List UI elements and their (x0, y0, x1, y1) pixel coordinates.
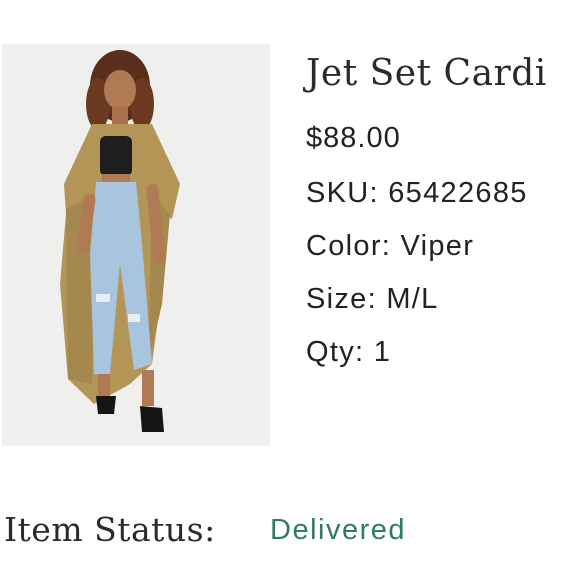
item-status-value: Delivered (270, 514, 406, 546)
product-color: Color: Viper (306, 230, 475, 262)
product-price: $88.00 (306, 122, 401, 154)
model-wearing-cardigan-image (2, 44, 270, 446)
item-status-label: Item Status: (4, 510, 216, 549)
item-status-row: Item Status: Delivered (4, 508, 405, 552)
product-details: Jet Set Cardi $88.00 SKU: 65422685 Color… (306, 50, 578, 387)
product-image[interactable] (2, 44, 270, 446)
product-title[interactable]: Jet Set Cardi (306, 50, 578, 98)
product-sku: SKU: 65422685 (306, 177, 528, 209)
product-quantity: Qty: 1 (306, 336, 392, 368)
product-size: Size: M/L (306, 283, 439, 315)
product-attributes: SKU: 65422685 Color: Viper Size: M/L Qty… (306, 175, 578, 387)
